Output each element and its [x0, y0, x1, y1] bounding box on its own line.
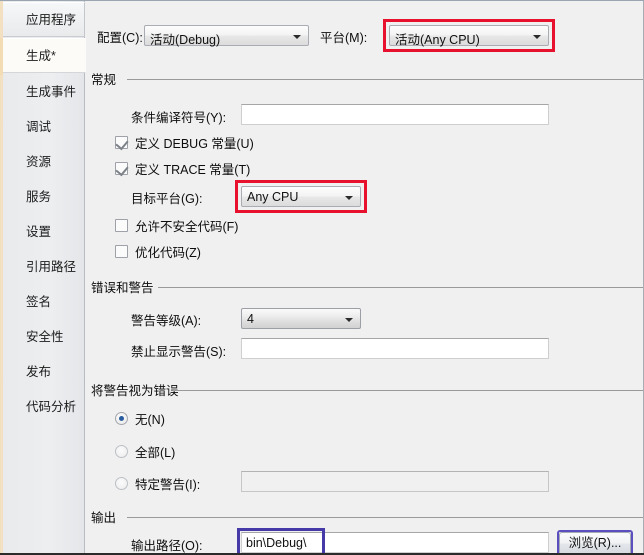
suppress-warnings-input[interactable] [241, 338, 549, 359]
sidebar-item-security[interactable]: 安全性 [3, 320, 85, 355]
sidebar-item-code-analysis[interactable]: 代码分析 [3, 390, 85, 425]
sidebar-item-build[interactable]: 生成* [0, 38, 86, 75]
allow-unsafe-code-label[interactable]: 允许不安全代码(F) [135, 220, 238, 234]
target-platform-dropdown-value: Any CPU [247, 190, 299, 204]
output-group-label: 输出 [91, 511, 117, 525]
sidebar-item-resources[interactable]: 资源 [3, 145, 85, 180]
warning-level-label: 警告等级(A): [131, 314, 202, 328]
sidebar-item-publish[interactable]: 发布 [3, 355, 85, 390]
warnings-all-radio[interactable] [115, 445, 128, 458]
platform-dropdown-value: 活动(Any CPU) [395, 33, 480, 47]
configuration-dropdown-value: 活动(Debug) [150, 33, 221, 47]
conditional-symbols-label: 条件编译符号(Y): [131, 111, 227, 125]
general-group-rule [127, 79, 643, 80]
errors-warnings-group-rule [158, 287, 643, 288]
define-trace-checkbox[interactable] [115, 162, 128, 175]
warnings-specific-radio[interactable] [115, 477, 128, 490]
chevron-down-icon [533, 35, 541, 39]
warnings-none-label[interactable]: 无(N) [135, 413, 165, 427]
warnings-none-radio[interactable] [115, 412, 128, 425]
warnings-all-label[interactable]: 全部(L) [135, 446, 175, 460]
output-path-label: 输出路径(O): [131, 539, 203, 553]
sidebar-item-build-events[interactable]: 生成事件 [3, 75, 85, 110]
project-properties-build-page: 应用程序 生成* 生成事件 调试 资源 服务 设置 引用路径 签名 安全性 发布… [0, 0, 644, 555]
sidebar-item-settings[interactable]: 设置 [3, 215, 85, 250]
conditional-symbols-input[interactable] [241, 104, 549, 125]
chevron-down-icon [345, 196, 353, 200]
chevron-down-icon [345, 318, 353, 322]
chevron-down-icon [293, 35, 301, 39]
warnings-as-errors-group-label: 将警告视为错误 [91, 384, 179, 398]
platform-label: 平台(M): [320, 31, 368, 45]
define-trace-label[interactable]: 定义 TRACE 常量(T) [135, 163, 250, 177]
sidebar-item-signing[interactable]: 签名 [3, 285, 85, 320]
optimize-code-checkbox[interactable] [115, 245, 128, 258]
output-group-rule [127, 517, 643, 518]
general-group-label: 常规 [91, 73, 117, 87]
target-platform-dropdown[interactable]: Any CPU [241, 186, 361, 207]
sidebar-item-debug[interactable]: 调试 [3, 110, 85, 145]
errors-warnings-group-label: 错误和警告 [91, 281, 154, 295]
output-path-input[interactable]: bin\Debug\ [241, 532, 549, 553]
optimize-code-label[interactable]: 优化代码(Z) [135, 246, 201, 260]
define-debug-label[interactable]: 定义 DEBUG 常量(U) [135, 137, 254, 151]
output-path-value: bin\Debug\ [246, 536, 307, 550]
configuration-label: 配置(C): [97, 31, 143, 45]
allow-unsafe-code-checkbox[interactable] [115, 219, 128, 232]
specific-warnings-input[interactable] [241, 471, 549, 492]
build-settings-pane: 配置(C): 活动(Debug) 平台(M): 活动(Any CPU) 常规 条… [86, 1, 644, 555]
sidebar-item-services[interactable]: 服务 [3, 180, 85, 215]
target-platform-label: 目标平台(G): [131, 192, 203, 206]
configuration-dropdown[interactable]: 活动(Debug) [144, 25, 309, 47]
warnings-specific-label[interactable]: 特定警告(I): [135, 478, 200, 492]
browse-button[interactable]: 浏览(R)... [559, 532, 631, 555]
warning-level-dropdown[interactable]: 4 [241, 308, 361, 329]
platform-dropdown[interactable]: 活动(Any CPU) [389, 25, 549, 47]
category-sidebar: 应用程序 生成* 生成事件 调试 资源 服务 设置 引用路径 签名 安全性 发布… [0, 1, 86, 555]
warnings-as-errors-group-rule [173, 390, 643, 391]
warning-level-dropdown-value: 4 [247, 312, 254, 326]
define-debug-checkbox[interactable] [115, 136, 128, 149]
sidebar-item-reference-paths[interactable]: 引用路径 [3, 250, 85, 285]
suppress-warnings-label: 禁止显示警告(S): [131, 345, 227, 359]
sidebar-item-application[interactable]: 应用程序 [3, 2, 85, 37]
